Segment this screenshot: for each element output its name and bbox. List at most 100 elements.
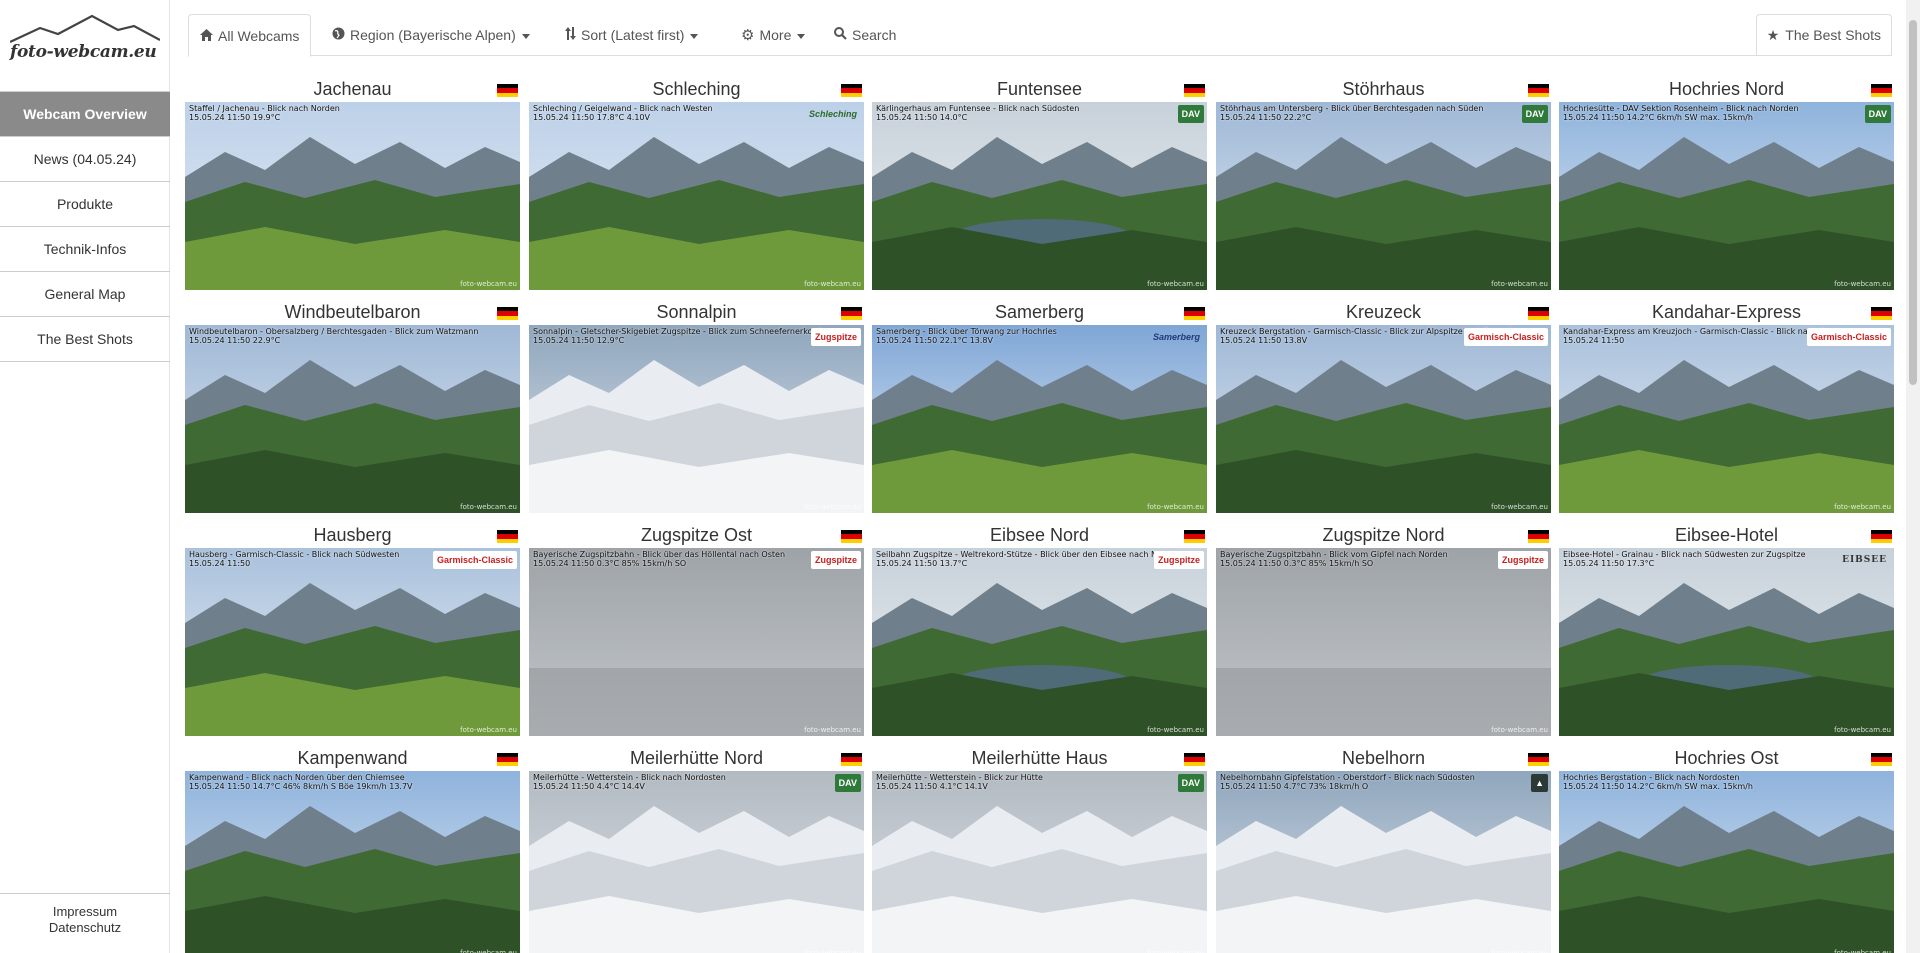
webcam-caption: Sonnalpin - Gletscher-Skigebiet Zugspitz… [533, 327, 820, 345]
scrollbar-thumb[interactable] [1909, 20, 1917, 385]
watermark: foto-webcam.eu [804, 503, 861, 511]
webcam-title[interactable]: Stöhrhaus [1216, 78, 1551, 102]
webcam-title[interactable]: Sonnalpin [529, 301, 864, 325]
webcam-card[interactable]: Jachenau Staffel / Jachenau - Blick nach … [185, 78, 520, 290]
watermark: foto-webcam.eu [1147, 503, 1204, 511]
webcam-caption: Windbeutelbaron - Obersalzberg / Berchte… [189, 327, 478, 345]
webcam-card[interactable]: Hochries Ost Hochries Bergstation - Blick… [1559, 747, 1894, 953]
watermark: foto-webcam.eu [1147, 726, 1204, 734]
webcam-card[interactable]: Kandahar-Express Kandahar-Express am Kreu… [1559, 301, 1894, 513]
webcam-card[interactable]: Meilerhütte Nord Meilerhütte - Wetterstei… [529, 747, 864, 953]
sidebar-item-webcam-overview[interactable]: Webcam Overview [0, 92, 170, 137]
caption-location: Hochries Bergstation - Blick nach Nordos… [1563, 773, 1740, 782]
region-dropdown-label: Region (Bayerische Alpen) [350, 27, 516, 43]
sidebar-item-technik-infos[interactable]: Technik-Infos [0, 227, 170, 272]
webcam-title[interactable]: Zugspitze Nord [1216, 524, 1551, 548]
webcam-thumbnail[interactable]: Kreuzeck Bergstation - Garmisch-Classic … [1216, 325, 1551, 513]
webcam-thumbnail[interactable]: Hausberg - Garmisch-Classic - Blick nach… [185, 548, 520, 736]
datenschutz-link[interactable]: Datenschutz [0, 920, 170, 936]
region-dropdown[interactable]: Region (Bayerische Alpen) [332, 14, 530, 56]
webcam-caption: Stöhrhaus am Untersberg - Blick über Ber… [1220, 104, 1483, 122]
webcam-partner-logo: DAV [1177, 105, 1204, 123]
webcam-title[interactable]: Meilerhütte Nord [529, 747, 864, 771]
webcam-card[interactable]: Stöhrhaus Stöhrhaus am Untersberg - Blick… [1216, 78, 1551, 290]
more-dropdown[interactable]: ⚙ More [741, 14, 806, 56]
webcam-thumbnail[interactable]: Stöhrhaus am Untersberg - Blick über Ber… [1216, 102, 1551, 290]
webcam-card[interactable]: Windbeutelbaron Windbeutelbaron - Obersal… [185, 301, 520, 513]
webcam-title[interactable]: Hochries Nord [1559, 78, 1894, 102]
webcam-thumbnail[interactable]: Meilerhütte - Wetterstein - Blick nach N… [529, 771, 864, 953]
webcam-card[interactable]: Hausberg Hausberg - Garmisch-Classic - Bl… [185, 524, 520, 736]
webcam-card[interactable]: Nebelhorn Nebelhornbahn Gipfelstation - O… [1216, 747, 1551, 953]
search-button[interactable]: Search [834, 14, 896, 56]
caption-measurements: 15.05.24 11:50 22.9°C [189, 336, 281, 345]
webcam-title[interactable]: Hochries Ost [1559, 747, 1894, 771]
webcam-thumbnail[interactable]: Eibsee-Hotel - Grainau - Blick nach Südw… [1559, 548, 1894, 736]
webcam-title[interactable]: Eibsee Nord [872, 524, 1207, 548]
watermark: foto-webcam.eu [1147, 280, 1204, 288]
webcam-title[interactable]: Funtensee [872, 78, 1207, 102]
sidebar-item-general-map[interactable]: General Map [0, 272, 170, 317]
tab-all-webcams[interactable]: All Webcams [188, 14, 312, 57]
webcam-title[interactable]: Kandahar-Express [1559, 301, 1894, 325]
sidebar-item-best-shots[interactable]: The Best Shots [0, 317, 170, 362]
webcam-card[interactable]: Kampenwand Kampenwand - Blick nach Norden… [185, 747, 520, 953]
webcam-title[interactable]: Windbeutelbaron [185, 301, 520, 325]
caption-measurements: 15.05.24 11:50 14.2°C 6km/h SW max. 15km… [1563, 782, 1753, 791]
webcam-card[interactable]: Kreuzeck Kreuzeck Bergstation - Garmisch-… [1216, 301, 1551, 513]
webcam-card[interactable]: Zugspitze Ost Bayerische Zugspitzbahn - B… [529, 524, 864, 736]
webcam-title[interactable]: Samerberg [872, 301, 1207, 325]
webcam-thumbnail[interactable]: Kandahar-Express am Kreuzjoch - Garmisch… [1559, 325, 1894, 513]
webcam-caption: Meilerhütte - Wetterstein - Blick nach N… [533, 773, 726, 791]
caption-location: Stöhrhaus am Untersberg - Blick über Ber… [1220, 104, 1484, 113]
webcam-thumbnail[interactable]: Nebelhornbahn Gipfelstation - Oberstdorf… [1216, 771, 1551, 953]
webcam-title[interactable]: Zugspitze Ost [529, 524, 864, 548]
webcam-card[interactable]: Meilerhütte Haus Meilerhütte - Wetterstei… [872, 747, 1207, 953]
webcam-card[interactable]: Sonnalpin Sonnalpin - Gletscher-Skigebiet… [529, 301, 864, 513]
site-logo[interactable]: foto-webcam.eu [0, 0, 169, 90]
webcam-thumbnail[interactable]: Windbeutelbaron - Obersalzberg / Berchte… [185, 325, 520, 513]
german-flag-icon [1871, 307, 1892, 320]
webcam-card[interactable]: Hochries Nord Hochriesütte - DAV Sektion … [1559, 78, 1894, 290]
webcam-thumbnail[interactable]: Staffel / Jachenau - Blick nach Norden 15… [185, 102, 520, 290]
webcam-thumbnail[interactable]: Hochries Bergstation - Blick nach Nordos… [1559, 771, 1894, 953]
webcam-thumbnail[interactable]: Bayerische Zugspitzbahn - Blick vom Gipf… [1216, 548, 1551, 736]
webcam-thumbnail[interactable]: Hochriesütte - DAV Sektion Rosenheim - B… [1559, 102, 1894, 290]
webcam-thumbnail[interactable]: Kärlingerhaus am Funtensee - Blick nach … [872, 102, 1207, 290]
watermark: foto-webcam.eu [1147, 949, 1204, 953]
webcam-partner-logo: Zugspitze [1154, 551, 1204, 569]
home-icon [200, 15, 213, 57]
webcam-card[interactable]: Eibsee Nord Seilbahn Zugspitze - Weltreko… [872, 524, 1207, 736]
page-scrollbar[interactable] [1906, 0, 1920, 953]
chevron-down-icon [690, 33, 699, 39]
webcam-title[interactable]: Kampenwand [185, 747, 520, 771]
webcam-thumbnail[interactable]: Meilerhütte - Wetterstein - Blick zur Hü… [872, 771, 1207, 953]
sidebar-item-produkte[interactable]: Produkte [0, 182, 170, 227]
webcam-card[interactable]: Funtensee Kärlingerhaus am Funtensee - Bl… [872, 78, 1207, 290]
sort-dropdown[interactable]: Sort (Latest first) [565, 14, 699, 56]
webcam-card[interactable]: Eibsee-Hotel Eibsee-Hotel - Grainau - Bli… [1559, 524, 1894, 736]
webcam-thumbnail[interactable]: Kampenwand - Blick nach Norden über den … [185, 771, 520, 953]
webcam-card[interactable]: Samerberg Samerberg - Blick über Törwang … [872, 301, 1207, 513]
webcam-title[interactable]: Hausberg [185, 524, 520, 548]
webcam-title[interactable]: Jachenau [185, 78, 520, 102]
sidebar-item-news[interactable]: News (04.05.24) [0, 137, 170, 182]
webcam-image [1559, 102, 1894, 290]
webcam-thumbnail[interactable]: Seilbahn Zugspitze - Weltrekord-Stütze -… [872, 548, 1207, 736]
webcam-thumbnail[interactable]: Sonnalpin - Gletscher-Skigebiet Zugspitz… [529, 325, 864, 513]
webcam-card[interactable]: Schleching Schleching / Geigelwand - Blic… [529, 78, 864, 290]
webcam-title[interactable]: Eibsee-Hotel [1559, 524, 1894, 548]
webcam-card[interactable]: Zugspitze Nord Bayerische Zugspitzbahn - … [1216, 524, 1551, 736]
webcam-title[interactable]: Schleching [529, 78, 864, 102]
webcam-title[interactable]: Kreuzeck [1216, 301, 1551, 325]
best-shots-button[interactable]: ★ The Best Shots [1755, 14, 1892, 56]
search-label: Search [852, 27, 897, 43]
webcam-thumbnail[interactable]: Bayerische Zugspitzbahn - Blick über das… [529, 548, 864, 736]
webcam-thumbnail[interactable]: Schleching / Geigelwand - Blick nach Wes… [529, 102, 864, 290]
impressum-link[interactable]: Impressum [0, 904, 170, 920]
german-flag-icon [1528, 530, 1549, 543]
webcam-thumbnail[interactable]: Samerberg - Blick über Törwang zur Hochr… [872, 325, 1207, 513]
webcam-image [872, 771, 1207, 953]
webcam-title[interactable]: Nebelhorn [1216, 747, 1551, 771]
webcam-title[interactable]: Meilerhütte Haus [872, 747, 1207, 771]
